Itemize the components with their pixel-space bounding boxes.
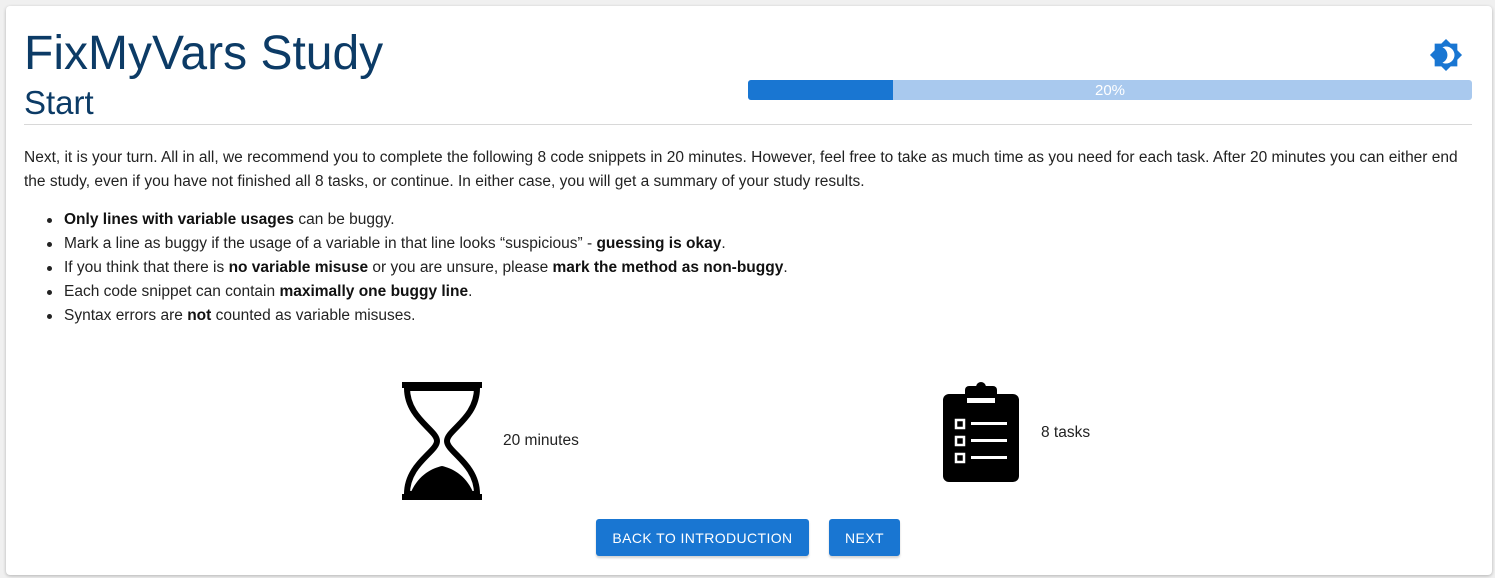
progress-label: 20%: [1094, 82, 1126, 99]
tasks-label: 8 tasks: [1041, 424, 1091, 441]
time-info: 20 minutes: [401, 382, 579, 500]
rules-list: Only lines with variable usages can be b…: [44, 208, 1444, 328]
tasks-info: 8 tasks: [943, 382, 1090, 484]
rule-item: Syntax errors are not counted as variabl…: [44, 304, 1444, 328]
header-divider: [24, 124, 1472, 125]
time-label: 20 minutes: [503, 432, 579, 449]
brightness-icon: [1429, 38, 1463, 72]
theme-toggle-button[interactable]: [1428, 37, 1464, 73]
intro-paragraph: Next, it is your turn. All in all, we re…: [24, 149, 1458, 190]
study-card: FixMyVars Study Start 20% Next, it is yo…: [6, 6, 1492, 575]
rule-item: Mark a line as buggy if the usage of a v…: [44, 232, 1444, 256]
study-progress-bar: 20%: [748, 80, 1472, 100]
rule-item: Only lines with variable usages can be b…: [44, 208, 1444, 232]
page-subtitle: Start: [24, 84, 94, 121]
hourglass-icon: [402, 382, 482, 500]
rule-item: Each code snippet can contain maximally …: [44, 280, 1444, 304]
back-to-introduction-button[interactable]: Back to introduction: [596, 519, 809, 556]
next-button[interactable]: Next: [829, 519, 900, 556]
clipboard-list-icon: [943, 382, 1019, 482]
page-title: FixMyVars Study: [24, 27, 384, 80]
rule-item: If you think that there is no variable m…: [44, 256, 1444, 280]
